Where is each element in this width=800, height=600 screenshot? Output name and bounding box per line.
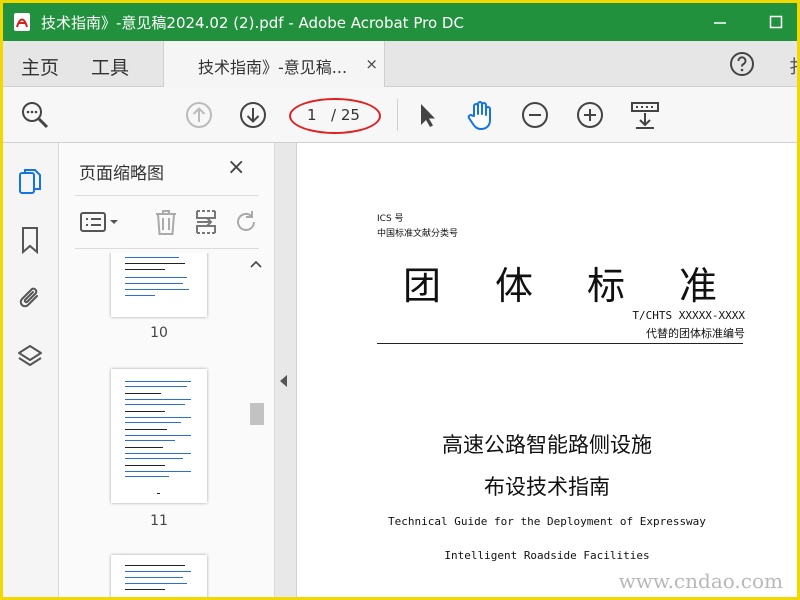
collapse-panel-handle[interactable]: [275, 143, 297, 597]
trash-icon: [156, 210, 176, 235]
help-icon[interactable]: [729, 51, 755, 77]
arrow-up-circle-icon: [186, 102, 212, 128]
tab-document[interactable]: 技术指南》-意见稿... ×: [163, 41, 385, 87]
big-title-char: 标: [587, 264, 626, 308]
fit-page-scroll-icon: [631, 102, 659, 129]
select-tool-button[interactable]: [411, 99, 443, 131]
watermark: www.cndao.com: [618, 569, 783, 593]
panel-title: 页面缩略图: [79, 164, 164, 184]
hand-icon: [467, 101, 491, 130]
minimize-icon: [714, 22, 726, 24]
thumbnail-page-number: 11: [150, 513, 168, 529]
page-thumbnail[interactable]: [111, 369, 207, 503]
standard-code: T/CHTS XXXXX-XXXX: [632, 309, 745, 322]
zoom-out-button[interactable]: [519, 99, 551, 131]
maximize-button[interactable]: [759, 9, 793, 35]
red-annotation-oval: [289, 98, 381, 134]
insert-pages-button[interactable]: [193, 207, 219, 237]
header-rule: [377, 343, 743, 344]
maximize-icon: [769, 15, 783, 29]
delete-pages-button[interactable]: [153, 207, 179, 237]
thumbnail-scrollbar[interactable]: [247, 259, 265, 597]
left-navigation-rail: [3, 143, 59, 597]
bookmarks-button[interactable]: [15, 225, 45, 255]
insert-page-icon: [196, 210, 216, 234]
minimize-button[interactable]: [703, 9, 737, 35]
search-button[interactable]: [19, 99, 51, 131]
panel-toolbar: [75, 195, 259, 249]
thumbnail-list: 10 11: [59, 253, 275, 597]
document-tab-label: 技术指南》-意见稿...: [198, 58, 348, 77]
big-title-char: 团: [403, 264, 442, 308]
english-title-line-2: Intelligent Roadside Facilities: [444, 549, 650, 562]
big-title-char: 体: [495, 264, 534, 308]
plus-circle-icon: [577, 102, 603, 128]
arrow-down-circle-icon: [240, 102, 266, 128]
attachments-button[interactable]: [15, 283, 45, 313]
hand-tool-button[interactable]: [464, 99, 496, 131]
document-page: ICS 号 中国标准文献分类号 团 体 标 准 T/CHTS XXXXX-XXX…: [297, 143, 797, 597]
page-thumbnails-panel: 页面缩略图 × 10 11: [59, 143, 275, 597]
classification-label: 中国标准文献分类号: [377, 229, 459, 239]
window-title: 技术指南》-意见稿2024.02 (2).pdf - Adobe Acrobat…: [41, 14, 464, 32]
minus-circle-icon: [522, 102, 548, 128]
close-tab-icon[interactable]: ×: [365, 55, 378, 73]
thumbnail-options-button[interactable]: [79, 207, 121, 237]
scroll-up-icon[interactable]: [249, 259, 263, 269]
scrollbar-thumb[interactable]: [250, 403, 264, 425]
document-title-line-2: 布设技术指南: [484, 475, 610, 499]
english-title-line-1: Technical Guide for the Deployment of Ex…: [388, 515, 706, 528]
document-title-line-1: 高速公路智能路侧设施: [442, 433, 652, 457]
big-title-char: 准: [679, 264, 718, 308]
page-number-field[interactable]: 1 / 25: [289, 98, 381, 134]
close-panel-icon[interactable]: ×: [227, 155, 245, 180]
zoom-in-button[interactable]: [574, 99, 606, 131]
page-thumbnails-button[interactable]: [15, 167, 45, 197]
collapse-arrow-icon: [280, 375, 287, 387]
scroll-mode-button[interactable]: [629, 99, 661, 131]
search-zoom-icon: [22, 102, 49, 129]
truncated-label: 扌: [789, 53, 797, 79]
toolbar-divider: [397, 99, 398, 131]
layers-button[interactable]: [15, 341, 45, 371]
acrobat-window: 技术指南》-意见稿2024.02 (2).pdf - Adobe Acrobat…: [3, 3, 797, 597]
bookmark-icon: [22, 227, 38, 254]
rotate-pages-button[interactable]: [233, 207, 259, 237]
page-thumbnails-icon: [19, 169, 41, 194]
options-list-icon: [80, 212, 118, 232]
page-thumbnail[interactable]: [111, 253, 207, 317]
tab-bar: 主页 工具 技术指南》-意见稿... × 扌: [3, 41, 797, 87]
replaces-label: 代替的团体标准编号: [646, 327, 745, 340]
page-thumbnail[interactable]: [111, 555, 207, 597]
cursor-arrow-icon: [421, 104, 435, 127]
previous-page-button[interactable]: [183, 99, 215, 131]
thumbnail-page-number: 10: [150, 325, 168, 341]
rotate-icon: [237, 211, 255, 231]
acrobat-app-icon: [14, 13, 30, 31]
tab-home[interactable]: 主页: [21, 53, 59, 80]
paperclip-icon: [19, 287, 38, 308]
layers-icon: [18, 345, 42, 366]
toolbar: 1 / 25: [3, 87, 797, 143]
tab-tools[interactable]: 工具: [91, 53, 129, 80]
ics-label: ICS 号: [377, 214, 404, 224]
next-page-button[interactable]: [237, 99, 269, 131]
title-bar: 技术指南》-意见稿2024.02 (2).pdf - Adobe Acrobat…: [3, 3, 797, 41]
